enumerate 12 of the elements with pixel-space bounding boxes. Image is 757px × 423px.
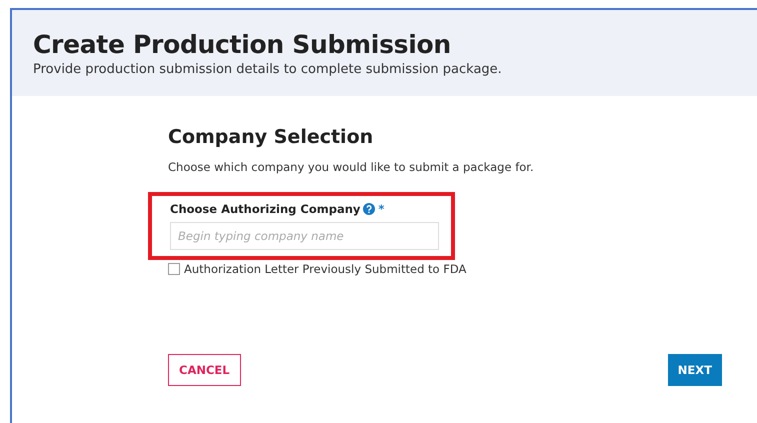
field-label: Choose Authorizing Company [170,202,360,216]
page-title: Create Production Submission [33,30,452,60]
page-subtitle: Provide production submission details to complete submission package. [33,62,503,77]
next-button[interactable]: NEXT [668,354,722,386]
checkbox-label: Authorization Letter Previously Submitted to FDA [184,262,466,276]
cancel-button[interactable]: CANCEL [168,354,241,386]
section-description: Choose which company you would like to submit a package for. [168,160,535,174]
section-title: Company Selection [168,126,374,148]
help-icon[interactable] [363,203,376,215]
checkbox[interactable] [168,263,180,275]
required-mark: * [378,202,384,216]
company-input-field[interactable]: Begin typing company name [170,222,439,250]
